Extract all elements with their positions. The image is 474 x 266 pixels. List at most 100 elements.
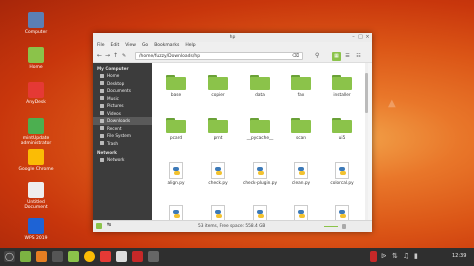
- menu-file[interactable]: File: [97, 43, 105, 48]
- sidebar-toggle-icon[interactable]: [96, 223, 102, 229]
- volume-icon[interactable]: ♫: [403, 251, 410, 262]
- terminal-icon[interactable]: [52, 251, 63, 262]
- sidebar-item-pictures[interactable]: Pictures: [93, 102, 152, 110]
- sidebar-item-desktop[interactable]: Desktop: [93, 80, 152, 88]
- back-icon[interactable]: ←: [97, 52, 102, 60]
- file-item[interactable]: align.py: [156, 162, 196, 186]
- folder-icon: [250, 118, 270, 133]
- file-name: installer: [333, 93, 351, 98]
- tray-app-icon[interactable]: [370, 251, 377, 262]
- desktop-icon[interactable]: Untitled Document: [16, 182, 56, 210]
- menu-edit[interactable]: Edit: [111, 43, 120, 48]
- battery-icon[interactable]: ▮: [414, 251, 421, 262]
- menu-view[interactable]: View: [125, 43, 136, 48]
- document-taskbar-icon[interactable]: [116, 251, 127, 262]
- menu-bookmarks[interactable]: Bookmarks: [154, 43, 179, 48]
- file-item[interactable]: [240, 205, 280, 221]
- file-manager-window: hp – □ × File Edit View Go Bookmarks Help ← →…: [93, 33, 372, 232]
- sidebar-item-file-system[interactable]: File System: [93, 132, 152, 140]
- desktop-icon[interactable]: AnyDesk: [16, 82, 56, 105]
- sidebar-item-label: Home: [107, 73, 120, 78]
- file-item[interactable]: check-plugin.py: [240, 162, 280, 186]
- file-item[interactable]: [322, 205, 362, 221]
- python-file-icon: [335, 205, 349, 221]
- sidebar-item-trash[interactable]: Trash: [93, 140, 152, 148]
- file-name: check.py: [208, 181, 228, 186]
- file-name: align.py: [167, 181, 185, 186]
- home-folder-icon: [28, 47, 44, 63]
- search-icon[interactable]: ⚲: [315, 52, 319, 60]
- icon-view-button[interactable]: ▦: [332, 52, 341, 61]
- files-icon[interactable]: [68, 251, 79, 262]
- folder-icon: [100, 73, 104, 78]
- close-icon[interactable]: ×: [365, 35, 370, 40]
- file-item[interactable]: clean.py: [281, 162, 321, 186]
- menu-help[interactable]: Help: [185, 43, 195, 48]
- desktop-icon[interactable]: mintUpdate administrator: [16, 118, 56, 146]
- show-desktop-icon[interactable]: [20, 251, 31, 262]
- sidebar-item-music[interactable]: Music: [93, 95, 152, 103]
- launcher-icon[interactable]: [36, 251, 47, 262]
- file-item[interactable]: colorcal.py: [322, 162, 362, 186]
- folder-icon: [166, 75, 186, 90]
- places-toggle-icon[interactable]: ↹: [107, 222, 111, 228]
- folder-item[interactable]: ui5: [322, 118, 362, 141]
- document-icon: [28, 182, 44, 198]
- sidebar-item-network[interactable]: Network: [93, 156, 152, 164]
- scrollbar-thumb[interactable]: [365, 73, 368, 113]
- folder-icon: [100, 133, 104, 138]
- sidebar-heading[interactable]: Network: [93, 147, 152, 156]
- sidebar-item-home[interactable]: Home: [93, 72, 152, 80]
- file-item[interactable]: [281, 205, 321, 221]
- desktop-icon[interactable]: Computer: [16, 12, 56, 35]
- scrollbar[interactable]: [365, 63, 368, 221]
- sidebar-item-label: Desktop: [107, 80, 125, 86]
- sidebar-item-label: Trash: [107, 140, 119, 146]
- chrome-taskbar-icon[interactable]: [84, 251, 95, 262]
- sidebar-item-documents[interactable]: Documents: [93, 87, 152, 95]
- file-item[interactable]: check.py: [198, 162, 238, 186]
- file-item[interactable]: [156, 205, 196, 221]
- clear-path-icon[interactable]: ⌫: [292, 52, 299, 60]
- folder-item[interactable]: fax: [281, 75, 321, 98]
- folder-item[interactable]: scan: [281, 118, 321, 141]
- sidebar-heading[interactable]: My Computer: [93, 63, 152, 72]
- sidebar-item-label: Music: [107, 95, 119, 101]
- folder-item[interactable]: base: [156, 75, 196, 98]
- maximize-icon[interactable]: □: [358, 35, 363, 40]
- minimize-icon[interactable]: –: [351, 35, 356, 40]
- clock[interactable]: 12:39: [452, 253, 466, 259]
- file-item[interactable]: [198, 205, 238, 221]
- menu-go[interactable]: Go: [142, 43, 148, 48]
- forward-icon[interactable]: →: [105, 52, 110, 60]
- zoom-handle[interactable]: [342, 224, 346, 229]
- window-taskbar-icon[interactable]: [148, 251, 159, 262]
- folder-item[interactable]: pcard: [156, 118, 196, 141]
- path-bar[interactable]: /home/fuzzy/Downloads/hp: [135, 52, 303, 60]
- folder-item[interactable]: data: [240, 75, 280, 98]
- file-name: base: [170, 93, 182, 98]
- bluetooth-icon[interactable]: ᐉ: [381, 251, 388, 262]
- desktop-icon[interactable]: Home: [16, 47, 56, 70]
- list-view-button[interactable]: ☰: [343, 52, 352, 61]
- folder-item[interactable]: copier: [198, 75, 238, 98]
- folder-item[interactable]: prnt: [198, 118, 238, 141]
- desktop-icon[interactable]: WPS 2019: [16, 218, 56, 241]
- compact-view-button[interactable]: ☷: [354, 52, 363, 61]
- window-titlebar[interactable]: hp – □ ×: [93, 33, 372, 42]
- sidebar-item-videos[interactable]: Videos: [93, 110, 152, 118]
- folder-item[interactable]: installer: [322, 75, 362, 98]
- desktop-icon-label: Google Chrome: [18, 167, 54, 172]
- anydesk-taskbar-icon[interactable]: [100, 251, 111, 262]
- app-taskbar-icon[interactable]: [132, 251, 143, 262]
- desktop-icon[interactable]: Google Chrome: [16, 149, 56, 172]
- path-toggle-icon[interactable]: ✎: [122, 52, 126, 60]
- folder-item[interactable]: __pycache__: [240, 118, 280, 141]
- network-icon[interactable]: ⇅: [392, 251, 399, 262]
- folder-icon: [291, 75, 311, 90]
- sidebar-item-downloads[interactable]: Downloads: [93, 117, 152, 125]
- up-icon[interactable]: ↑: [113, 52, 118, 60]
- sidebar-item-recent[interactable]: Recent: [93, 125, 152, 133]
- zoom-slider[interactable]: [324, 226, 338, 227]
- menu-icon[interactable]: ◯: [4, 251, 15, 262]
